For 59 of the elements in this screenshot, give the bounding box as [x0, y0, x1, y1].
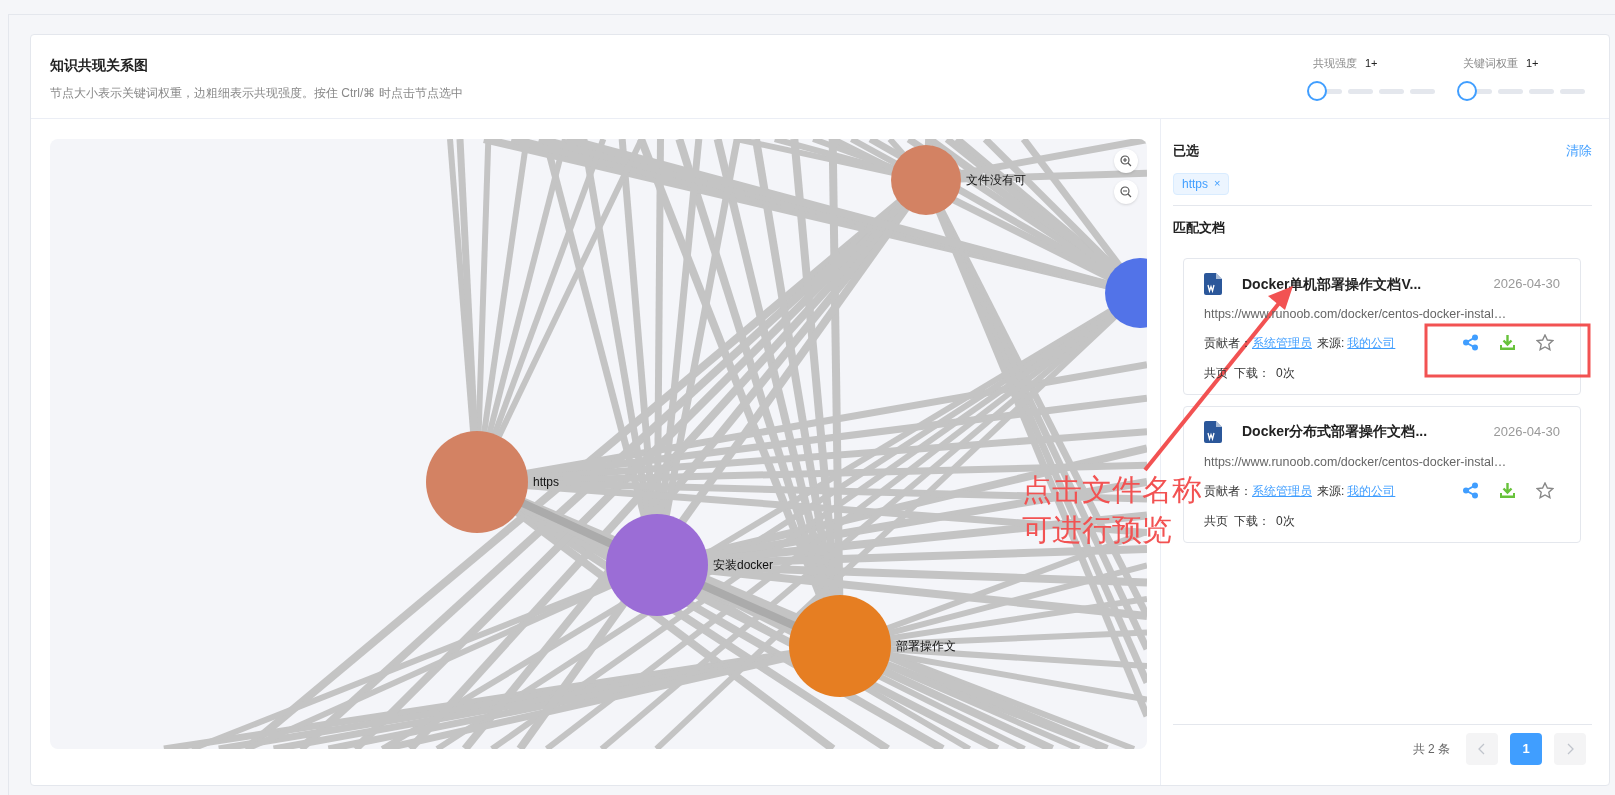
- downloads-count: 0次: [1276, 512, 1295, 530]
- node-label: https: [533, 475, 559, 489]
- downloads-label: 下载：: [1234, 364, 1270, 382]
- slider-thumb[interactable]: [1307, 80, 1327, 101]
- document-date: 2026-04-30: [1493, 275, 1560, 294]
- star-icon[interactable]: [1536, 482, 1554, 499]
- document-title-link[interactable]: Docker分布式部署操作文档...: [1242, 421, 1494, 443]
- total-count: 共 2 条: [1412, 741, 1450, 758]
- tag-label: https: [1182, 175, 1208, 193]
- source-link[interactable]: 我的公司: [1347, 333, 1396, 352]
- word-document-icon: [1204, 420, 1222, 443]
- document-url: https://www.runoob.com/docker/centos-docker-instal…: [1204, 453, 1508, 471]
- zoom-in-button[interactable]: [1114, 149, 1138, 173]
- chevron-right-icon: [1566, 743, 1574, 755]
- slider-track[interactable]: [1457, 80, 1585, 101]
- source-link[interactable]: 我的公司: [1347, 481, 1396, 500]
- graph-node[interactable]: [789, 595, 891, 697]
- node-label: 部署操作文: [896, 639, 956, 653]
- node-label: 文件没有可: [966, 173, 1026, 187]
- slider-label: 共现强度: [1313, 56, 1357, 71]
- download-icon[interactable]: [1499, 482, 1516, 499]
- clear-link[interactable]: 清除: [1566, 141, 1592, 161]
- contributor-link[interactable]: 系统管理员: [1252, 481, 1312, 500]
- downloads-label: 下载：: [1234, 512, 1270, 530]
- matches-heading: 匹配文档: [1173, 218, 1226, 237]
- share-icon[interactable]: [1462, 482, 1479, 499]
- document-title-link[interactable]: Docker单机部署操作文档V...: [1242, 273, 1494, 295]
- tag-remove-button[interactable]: ×: [1214, 175, 1221, 192]
- contributor-label: 贡献者：: [1204, 482, 1252, 500]
- graph-node[interactable]: [606, 514, 708, 616]
- slider-value: 1+: [1526, 56, 1539, 71]
- zoom-out-icon: [1120, 186, 1132, 198]
- selected-heading: 已选: [1173, 142, 1199, 160]
- slider-track[interactable]: [1307, 80, 1435, 101]
- contributor-link[interactable]: 系统管理员: [1252, 333, 1312, 352]
- page-button[interactable]: 1: [1510, 733, 1542, 765]
- word-document-icon: [1204, 273, 1222, 295]
- chevron-left-icon: [1478, 743, 1486, 755]
- zoom-out-button[interactable]: [1114, 180, 1138, 204]
- slider-value: 1+: [1365, 56, 1378, 71]
- slider-thumb[interactable]: [1457, 80, 1477, 101]
- annotation-text: 可进行预览: [1022, 512, 1173, 548]
- pages-label: 共页: [1204, 512, 1228, 530]
- graph-node[interactable]: [1105, 258, 1147, 328]
- download-icon[interactable]: [1499, 334, 1516, 352]
- slider-label: 关键词权重: [1463, 56, 1518, 71]
- source-label: 来源:: [1317, 334, 1345, 352]
- downloads-count: 0次: [1276, 364, 1295, 382]
- share-icon[interactable]: [1462, 334, 1479, 352]
- document-date: 2026-04-30: [1493, 423, 1560, 441]
- graph-node[interactable]: [891, 145, 961, 215]
- page-subtitle: 节点大小表示关键词权重，边粗细表示共现强度。按住 Ctrl/⌘ 时点击节点选中: [50, 85, 463, 102]
- node-label: 安装docker: [713, 558, 774, 572]
- page-title: 知识共现关系图: [50, 56, 149, 75]
- graph-node[interactable]: [426, 431, 528, 533]
- annotation-text: 点击文件名称: [1022, 472, 1202, 508]
- star-icon[interactable]: [1536, 334, 1554, 352]
- source-label: 来源:: [1317, 482, 1345, 500]
- zoom-in-icon: [1120, 155, 1132, 167]
